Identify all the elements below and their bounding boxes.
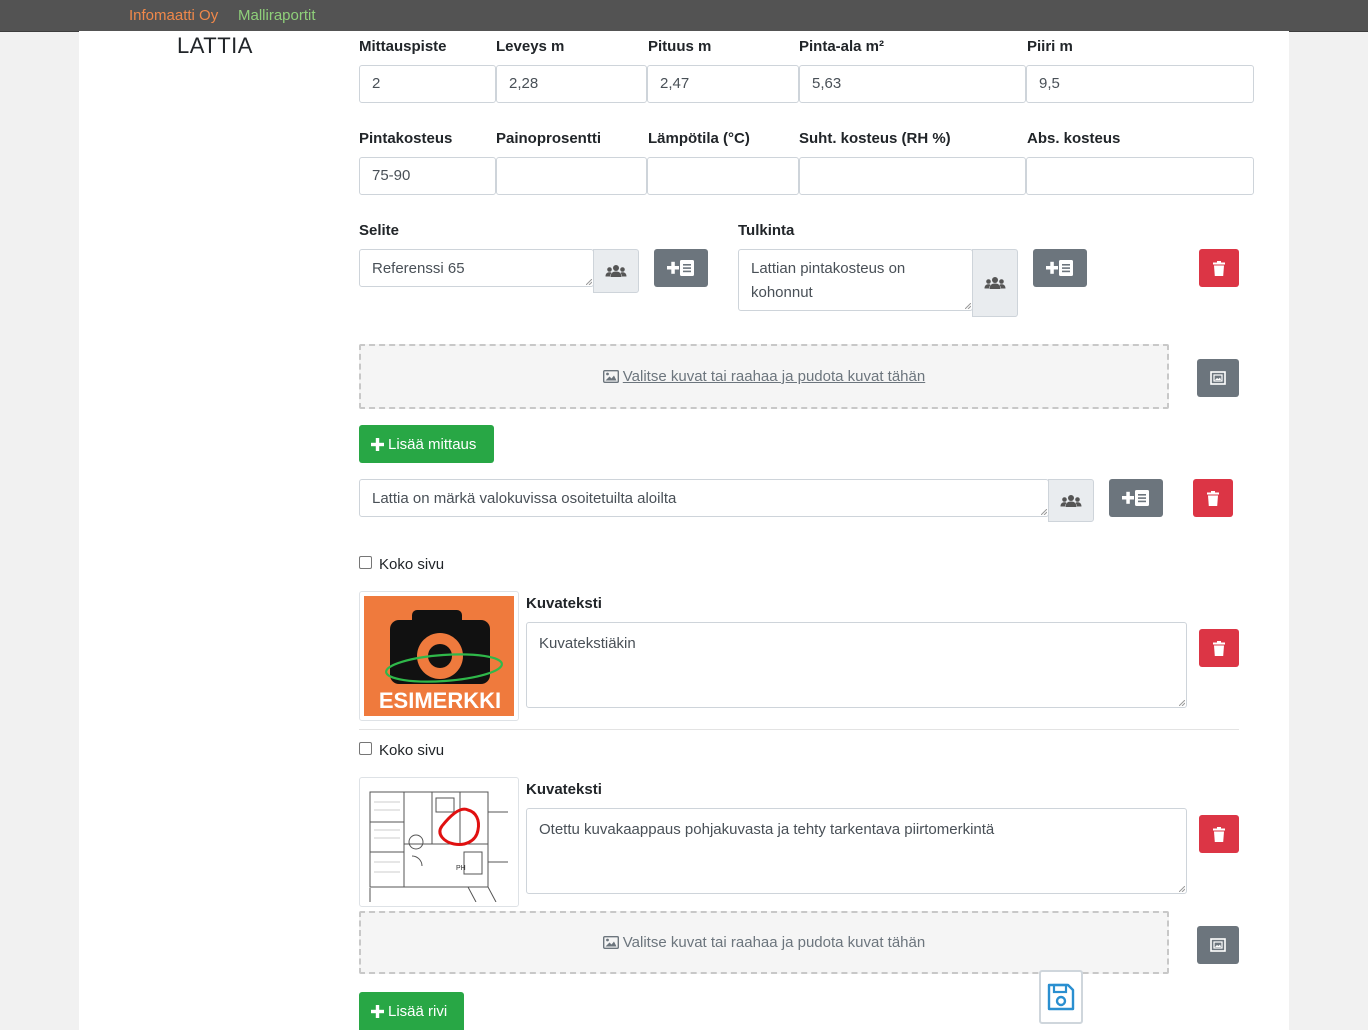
resize-grip-icon[interactable] xyxy=(1179,700,1185,706)
image-icon xyxy=(602,936,619,949)
painoprosentti-input[interactable] xyxy=(496,157,647,195)
image-thumbnail-1[interactable]: ESIMERKKI xyxy=(359,591,519,721)
save-icon xyxy=(1047,983,1075,1011)
resize-grip-icon[interactable] xyxy=(1041,509,1047,515)
tulkinta-add-to-list-button[interactable] xyxy=(1033,249,1087,287)
abs-kosteus-input[interactable] xyxy=(1026,157,1254,195)
caption-textarea-2[interactable]: Otettu kuvakaappaus pohjakuvasta ja teht… xyxy=(526,808,1187,894)
nav-link-malliraportit[interactable]: Malliraportit xyxy=(238,7,316,24)
delete-measurement-button[interactable] xyxy=(1199,249,1239,287)
label-pinta-ala: Pinta-ala m² xyxy=(799,38,885,55)
resize-grip-icon[interactable] xyxy=(586,279,592,285)
label-pituus: Pituus m xyxy=(648,38,712,55)
suht-kosteus-input[interactable] xyxy=(799,157,1026,195)
plus-list-icon xyxy=(667,260,694,276)
selite-shared-texts-button[interactable] xyxy=(593,249,639,293)
image-gallery-button-2[interactable] xyxy=(1197,926,1239,964)
trash-icon xyxy=(1213,260,1225,276)
add-row-label: Lisää rivi xyxy=(388,1002,448,1020)
top-navbar: Infomaatti Oy Malliraportit xyxy=(0,0,1368,32)
image-dropzone-2[interactable]: Valitse kuvat tai raahaa ja pudota kuvat… xyxy=(359,911,1169,974)
users-icon xyxy=(1060,494,1082,507)
pintakosteus-input[interactable]: 75-90 xyxy=(359,157,496,195)
caption-text-2: Otettu kuvakaappaus pohjakuvasta ja teht… xyxy=(539,821,995,838)
image-gallery-button[interactable] xyxy=(1197,359,1239,397)
label-selite: Selite xyxy=(359,222,400,239)
tulkinta-text: Lattian pintakosteus on kohonnut xyxy=(751,260,906,301)
selite-textarea[interactable]: Referenssi 65 xyxy=(359,249,594,287)
delete-image-1-button[interactable] xyxy=(1199,629,1239,667)
tulkinta-textarea[interactable]: Lattian pintakosteus on kohonnut xyxy=(738,249,973,311)
plus-icon xyxy=(371,1004,384,1018)
floorplan-image: PH xyxy=(364,782,514,903)
pinta-ala-input[interactable]: 5,63 xyxy=(799,65,1026,103)
delete-note-button[interactable] xyxy=(1193,479,1233,517)
lampotila-input[interactable] xyxy=(647,157,799,195)
gallery-icon xyxy=(1210,371,1226,385)
selite-add-to-list-button[interactable] xyxy=(654,249,708,287)
trash-icon xyxy=(1207,490,1219,506)
label-leveys: Leveys m xyxy=(496,38,565,55)
selite-text: Referenssi 65 xyxy=(372,260,465,277)
add-measurement-button[interactable]: Lisää mittaus xyxy=(359,425,494,463)
camera-example-image: ESIMERKKI xyxy=(364,596,514,716)
full-page-label-1: Koko sivu xyxy=(379,556,445,573)
label-piiri: Piiri m xyxy=(1027,38,1073,55)
delete-image-2-button[interactable] xyxy=(1199,815,1239,853)
resize-grip-icon[interactable] xyxy=(1179,886,1185,892)
full-page-checkbox-2[interactable] xyxy=(359,742,372,755)
label-lampotila: Lämpötila (°C) xyxy=(648,130,750,147)
gallery-icon xyxy=(1210,938,1226,952)
resize-grip-icon[interactable] xyxy=(965,303,971,309)
piiri-input[interactable]: 9,5 xyxy=(1026,65,1254,103)
full-page-label-2: Koko sivu xyxy=(379,742,445,759)
save-button[interactable] xyxy=(1039,970,1083,1024)
image-thumbnail-2[interactable]: PH xyxy=(359,777,519,907)
trash-icon xyxy=(1213,640,1225,656)
full-page-checkbox-1[interactable] xyxy=(359,556,372,569)
label-tulkinta: Tulkinta xyxy=(738,222,795,239)
plus-list-icon xyxy=(1122,490,1149,506)
plus-list-icon xyxy=(1046,260,1073,276)
caption-textarea-1[interactable]: Kuvatekstiäkin xyxy=(526,622,1187,708)
note-text: Lattia on märkä valokuvissa osoitetuilta… xyxy=(372,490,677,507)
mittauspiste-input[interactable]: 2 xyxy=(359,65,496,103)
users-icon xyxy=(984,277,1006,289)
label-pintakosteus: Pintakosteus xyxy=(359,130,453,147)
note-textarea[interactable]: Lattia on märkä valokuvissa osoitetuilta… xyxy=(359,479,1049,517)
note-add-to-list-button[interactable] xyxy=(1109,479,1163,517)
note-shared-texts-button[interactable] xyxy=(1048,479,1094,522)
thumbnail-1-text: ESIMERKKI xyxy=(379,688,501,713)
section-title: LATTIA xyxy=(177,33,253,58)
caption-label-2: Kuvateksti xyxy=(526,781,602,798)
label-mittauspiste: Mittauspiste xyxy=(359,38,447,55)
caption-text-1: Kuvatekstiäkin xyxy=(539,635,636,652)
image-dropzone[interactable]: Valitse kuvat tai raahaa ja pudota kuvat… xyxy=(359,344,1169,409)
thumbnail-2-text: PH xyxy=(456,865,466,872)
label-painoprosentti: Painoprosentti xyxy=(496,130,602,147)
plus-icon xyxy=(371,437,384,451)
label-abs-kosteus: Abs. kosteus xyxy=(1027,130,1121,147)
dropzone-link[interactable]: Valitse kuvat tai raahaa ja pudota kuvat… xyxy=(623,368,925,385)
brand-link[interactable]: Infomaatti Oy xyxy=(129,7,218,24)
tulkinta-shared-texts-button[interactable] xyxy=(972,249,1018,317)
divider xyxy=(359,729,1239,730)
pituus-input[interactable]: 2,47 xyxy=(647,65,799,103)
trash-icon xyxy=(1213,826,1225,842)
users-icon xyxy=(605,265,627,277)
add-row-button[interactable]: Lisää rivi xyxy=(359,992,464,1030)
image-icon xyxy=(602,370,619,383)
leveys-input[interactable]: 2,28 xyxy=(496,65,647,103)
dropzone-2-text[interactable]: Valitse kuvat tai raahaa ja pudota kuvat… xyxy=(623,934,925,951)
add-measurement-label: Lisää mittaus xyxy=(388,435,477,453)
caption-label-1: Kuvateksti xyxy=(526,595,602,612)
label-suht-kosteus: Suht. kosteus (RH %) xyxy=(799,130,951,147)
